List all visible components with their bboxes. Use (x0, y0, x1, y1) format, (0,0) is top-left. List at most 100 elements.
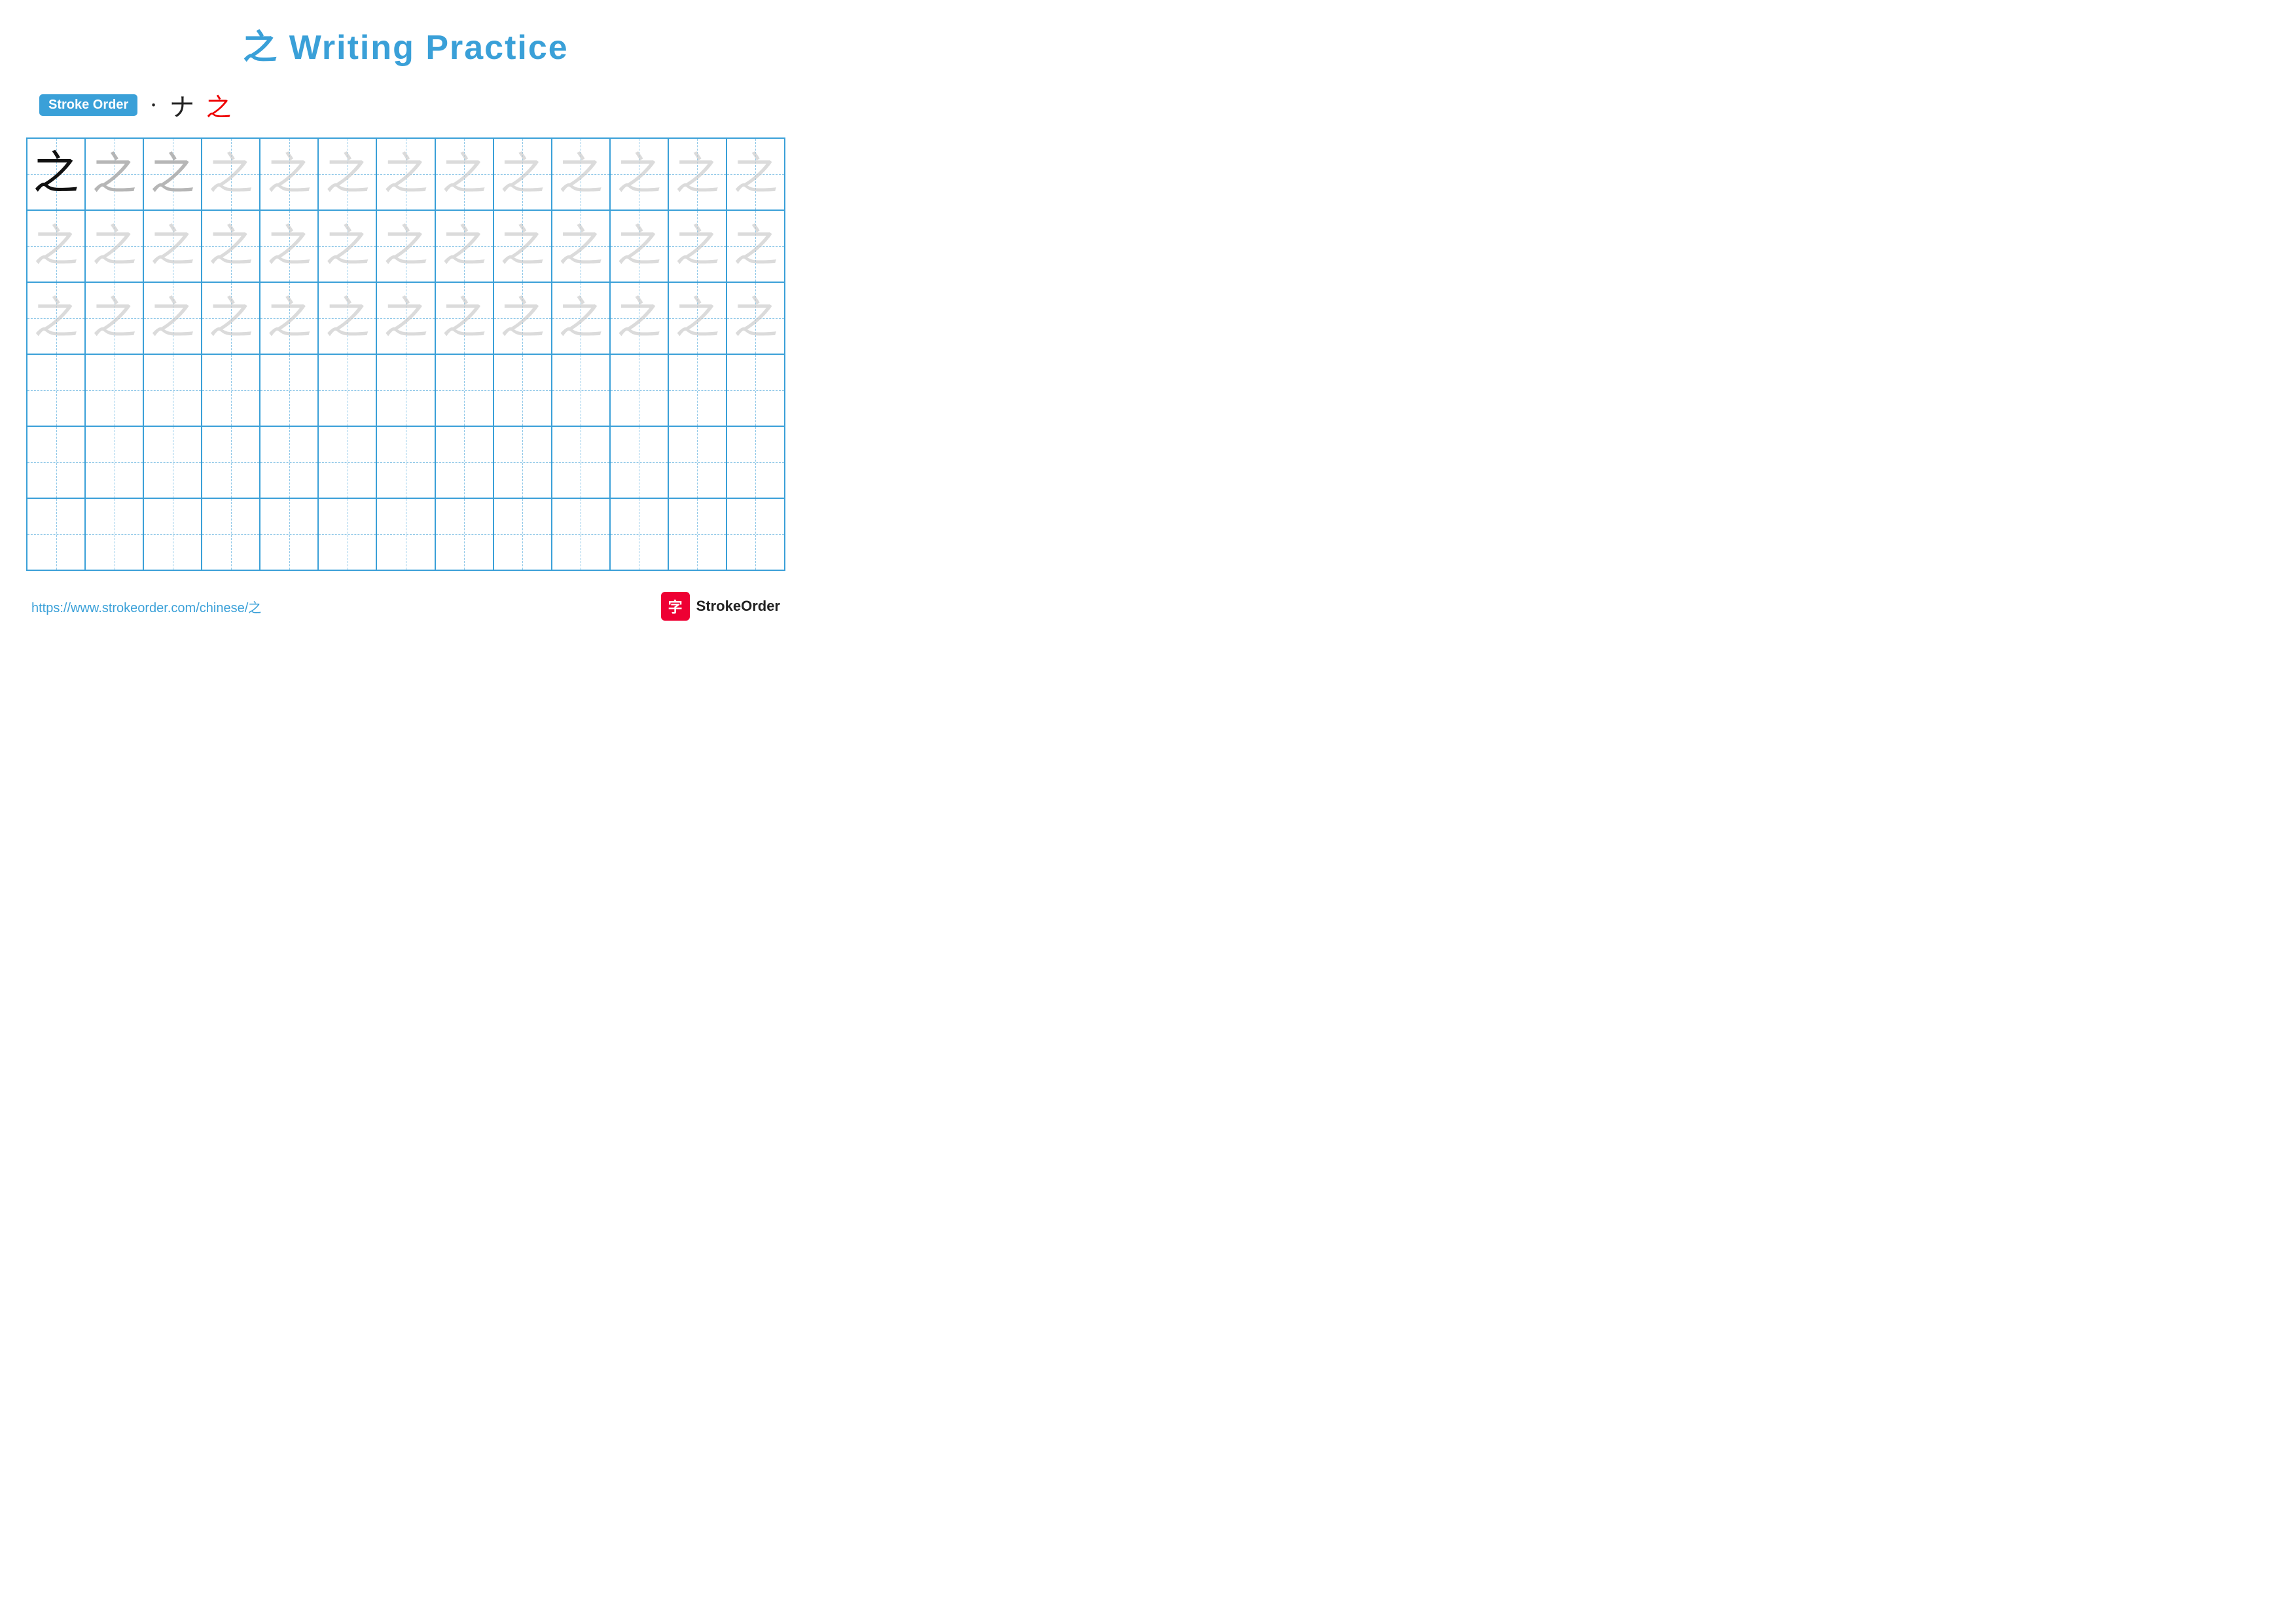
grid-cell-empty[interactable] (27, 426, 85, 498)
grid-cell[interactable]: 之 (493, 282, 552, 354)
stroke-3: 之 (206, 87, 231, 123)
ghost-char: 之 (558, 296, 603, 340)
grid-cell-empty[interactable] (143, 426, 202, 498)
grid-cell[interactable]: 之 (726, 138, 785, 210)
grid-cell[interactable]: 之 (318, 138, 376, 210)
grid-cell[interactable]: 之 (376, 210, 435, 282)
ghost-char: 之 (442, 296, 486, 340)
grid-cell[interactable]: 之 (435, 138, 493, 210)
grid-cell-empty[interactable] (668, 354, 726, 426)
footer-url[interactable]: https://www.strokeorder.com/chinese/之 (31, 597, 261, 616)
grid-cell-empty[interactable] (202, 498, 260, 570)
grid-cell[interactable]: 之 (552, 210, 610, 282)
grid-cell-empty[interactable] (143, 498, 202, 570)
grid-cell[interactable]: 之 (85, 210, 143, 282)
grid-cell[interactable]: 之 (668, 282, 726, 354)
grid-cell[interactable]: 之 (610, 138, 668, 210)
grid-cell-empty[interactable] (726, 498, 785, 570)
grid-cell-empty[interactable] (668, 498, 726, 570)
grid-cell[interactable]: 之 (552, 282, 610, 354)
grid-cell-empty[interactable] (260, 498, 318, 570)
grid-cell[interactable]: 之 (202, 138, 260, 210)
ghost-char: 之 (325, 152, 370, 196)
ghost-char: 之 (675, 152, 719, 196)
grid-cell-empty[interactable] (493, 426, 552, 498)
grid-cell[interactable]: 之 (493, 210, 552, 282)
grid-cell-empty[interactable] (202, 354, 260, 426)
grid-cell-empty[interactable] (493, 354, 552, 426)
grid-cell-empty[interactable] (260, 354, 318, 426)
grid-cell[interactable]: 之 (726, 210, 785, 282)
grid-cell[interactable]: 之 (318, 210, 376, 282)
ghost-char: 之 (151, 296, 195, 340)
grid-cell-empty[interactable] (376, 498, 435, 570)
grid-cell-empty[interactable] (260, 426, 318, 498)
ghost-char: 之 (617, 296, 661, 340)
grid-cell-empty[interactable] (610, 354, 668, 426)
grid-cell-empty[interactable] (726, 426, 785, 498)
grid-cell[interactable]: 之 (27, 282, 85, 354)
grid-cell-empty[interactable] (85, 354, 143, 426)
ghost-char: 之 (558, 224, 603, 268)
grid-cell[interactable]: 之 (435, 210, 493, 282)
grid-cell-example[interactable]: 之 (27, 138, 85, 210)
grid-cell-empty[interactable] (376, 426, 435, 498)
grid-cell-empty[interactable] (27, 498, 85, 570)
brand-name: StrokeOrder (696, 598, 780, 615)
grid-cell[interactable]: 之 (202, 282, 260, 354)
grid-cell-empty[interactable] (435, 354, 493, 426)
grid-cell-empty[interactable] (726, 354, 785, 426)
ghost-char: 之 (733, 152, 778, 196)
grid-cell[interactable]: 之 (726, 282, 785, 354)
stroke-order-badge: Stroke Order (39, 94, 137, 116)
grid-cell-empty[interactable] (27, 354, 85, 426)
grid-cell[interactable]: 之 (260, 210, 318, 282)
grid-cell[interactable]: 之 (143, 210, 202, 282)
grid-cell-empty[interactable] (493, 498, 552, 570)
grid-cell-empty[interactable] (435, 426, 493, 498)
grid-cell-empty[interactable] (318, 498, 376, 570)
practice-grid: 之 之 之 之 之 之 之 之 之 之 之 之 之 之 之 之 之 之 之 之 … (26, 137, 785, 571)
grid-cell-empty[interactable] (610, 426, 668, 498)
ghost-char: 之 (92, 296, 137, 340)
grid-cell[interactable]: 之 (376, 138, 435, 210)
ghost-char: 之 (34, 296, 79, 340)
brand: 字 StrokeOrder (661, 592, 780, 621)
grid-cell[interactable]: 之 (260, 282, 318, 354)
grid-cell[interactable]: 之 (610, 210, 668, 282)
grid-cell-empty[interactable] (435, 498, 493, 570)
ghost-char: 之 (151, 224, 195, 268)
ghost-char: 之 (151, 152, 195, 196)
grid-cell[interactable]: 之 (668, 210, 726, 282)
grid-cell-empty[interactable] (318, 354, 376, 426)
grid-cell-empty[interactable] (552, 426, 610, 498)
grid-cell[interactable]: 之 (435, 282, 493, 354)
grid-cell-empty[interactable] (202, 426, 260, 498)
grid-cell[interactable]: 之 (610, 282, 668, 354)
ghost-char: 之 (617, 152, 661, 196)
grid-cell-empty[interactable] (552, 354, 610, 426)
grid-cell[interactable]: 之 (376, 282, 435, 354)
grid-cell[interactable]: 之 (27, 210, 85, 282)
grid-cell-empty[interactable] (552, 498, 610, 570)
grid-cell-empty[interactable] (376, 354, 435, 426)
grid-cell[interactable]: 之 (143, 138, 202, 210)
grid-cell[interactable]: 之 (85, 138, 143, 210)
ghost-char: 之 (267, 296, 312, 340)
grid-cell-empty[interactable] (610, 498, 668, 570)
ghost-char: 之 (325, 224, 370, 268)
grid-cell[interactable]: 之 (260, 138, 318, 210)
grid-cell-empty[interactable] (85, 426, 143, 498)
grid-cell[interactable]: 之 (85, 282, 143, 354)
grid-cell[interactable]: 之 (143, 282, 202, 354)
grid-cell-empty[interactable] (318, 426, 376, 498)
grid-cell[interactable]: 之 (202, 210, 260, 282)
grid-cell[interactable]: 之 (552, 138, 610, 210)
grid-cell[interactable]: 之 (668, 138, 726, 210)
grid-cell[interactable]: 之 (493, 138, 552, 210)
grid-cell-empty[interactable] (85, 498, 143, 570)
grid-cell[interactable]: 之 (318, 282, 376, 354)
grid-cell-empty[interactable] (668, 426, 726, 498)
ghost-char: 之 (500, 296, 545, 340)
grid-cell-empty[interactable] (143, 354, 202, 426)
